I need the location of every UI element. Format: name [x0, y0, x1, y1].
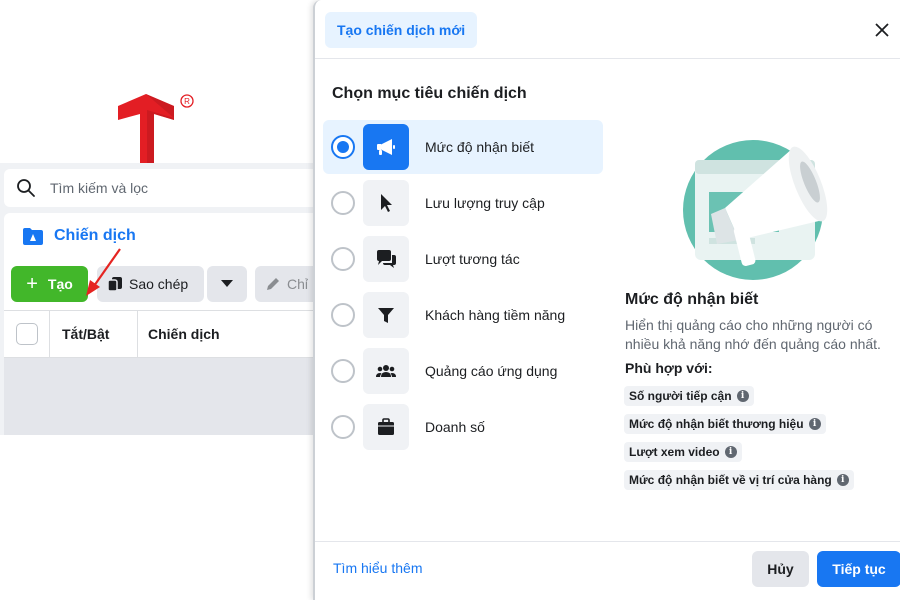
objective-section-title: Chọn mục tiêu chiến dịch [332, 85, 527, 102]
column-header-campaign[interactable]: Chiến dịch [138, 311, 320, 357]
chat-bubbles-icon [377, 250, 396, 268]
chip-label: Mức độ nhận biết thương hiệu [629, 417, 804, 431]
megaphone-icon [377, 139, 395, 155]
objective-icon-box [363, 236, 409, 282]
create-campaign-dialog: Tạo chiến dịch mới Chọn mục tiêu chiến d… [313, 0, 900, 600]
objective-icon-box [363, 180, 409, 226]
objective-radio[interactable] [331, 359, 355, 383]
objective-radio[interactable] [331, 303, 355, 327]
campaign-table-body [4, 358, 320, 435]
objective-label: Khách hàng tiềm năng [425, 307, 566, 323]
close-icon [875, 23, 889, 37]
objective-option-traffic[interactable]: Lưu lượng truy cập [323, 176, 603, 230]
annotation-arrow [86, 248, 121, 296]
chip-label: Số người tiếp cận [629, 389, 732, 403]
awareness-illustration [683, 140, 828, 280]
dialog-title: Tạo chiến dịch mới [325, 12, 478, 48]
campaign-table-header: Tắt/Bật Chiến dịch [4, 310, 320, 358]
select-all-checkbox[interactable] [15, 323, 38, 345]
objective-icon-box [363, 404, 409, 450]
duplicate-dropdown-button[interactable] [207, 266, 247, 302]
header-divider [315, 58, 900, 59]
objective-option-app-promotion[interactable]: Quảng cáo ứng dụng [323, 344, 603, 398]
campaign-folder-icon [23, 228, 43, 245]
good-for-label: Phù hợp với: [625, 360, 713, 376]
people-icon [376, 365, 396, 377]
select-all-cell [4, 311, 50, 357]
objective-option-leads[interactable]: Khách hàng tiềm năng [323, 288, 603, 342]
good-for-chip: Số người tiếp cận i [624, 386, 754, 406]
ads-manager-background: R Tìm kiếm và lọc Chiến dịch + Tạo Sao c… [0, 0, 320, 600]
good-for-chip: Mức độ nhận biết về vị trí cửa hàng i [624, 470, 854, 490]
svg-text:R: R [184, 97, 190, 106]
good-for-list: Số người tiếp cận i Mức độ nhận biết thươ… [624, 386, 894, 498]
objective-radio[interactable] [331, 191, 355, 215]
plus-icon: + [26, 273, 38, 295]
objective-detail-title: Mức độ nhận biết [625, 291, 759, 308]
duplicate-button-label: Sao chép [129, 276, 189, 292]
footer-divider [315, 541, 900, 542]
objective-label: Quảng cáo ứng dụng [425, 363, 558, 379]
info-icon[interactable]: i [736, 390, 749, 402]
objective-radio[interactable] [331, 247, 355, 271]
objective-icon-box [363, 124, 409, 170]
edit-button-label: Chỉ [287, 276, 309, 292]
pencil-icon [267, 278, 279, 290]
column-header-toggle[interactable]: Tắt/Bật [50, 311, 138, 357]
good-for-chip: Lượt xem video i [624, 442, 742, 462]
chip-label: Lượt xem video [629, 445, 720, 459]
objective-label: Doanh số [425, 419, 485, 435]
screen: R Tìm kiếm và lọc Chiến dịch + Tạo Sao c… [0, 0, 900, 600]
objective-icon-box [363, 292, 409, 338]
info-icon[interactable]: i [836, 474, 849, 486]
objective-list: Mức độ nhận biết Lưu lượng truy cập Lượt… [323, 120, 603, 456]
continue-button[interactable]: Tiếp tục [817, 551, 900, 587]
info-icon[interactable]: i [808, 418, 821, 430]
edit-button[interactable]: Chỉ [255, 266, 320, 302]
objective-label: Lưu lượng truy cập [425, 195, 545, 211]
tab-campaigns[interactable]: Chiến dịch [10, 212, 320, 260]
search-input[interactable]: Tìm kiếm và lọc [4, 169, 320, 207]
chip-label: Mức độ nhận biết về vị trí cửa hàng [629, 473, 832, 487]
cancel-button[interactable]: Hủy [752, 551, 809, 587]
objective-option-awareness[interactable]: Mức độ nhận biết [323, 120, 603, 174]
search-placeholder: Tìm kiếm và lọc [50, 180, 149, 196]
objective-option-sales[interactable]: Doanh số [323, 400, 603, 454]
good-for-chip: Mức độ nhận biết thương hiệu i [624, 414, 826, 434]
objective-label: Lượt tương tác [425, 251, 520, 267]
search-icon [17, 179, 35, 197]
objective-radio[interactable] [331, 415, 355, 439]
filter-icon [378, 308, 394, 323]
objective-label: Mức độ nhận biết [425, 139, 534, 155]
learn-more-link[interactable]: Tìm hiểu thêm [333, 560, 422, 576]
objective-radio[interactable] [331, 135, 355, 159]
create-button-label: Tạo [47, 276, 73, 292]
cursor-icon [381, 194, 392, 212]
caret-down-icon [221, 280, 233, 287]
objective-icon-box [363, 348, 409, 394]
briefcase-icon [378, 418, 394, 435]
close-button[interactable] [870, 18, 894, 42]
objective-option-engagement[interactable]: Lượt tương tác [323, 232, 603, 286]
tab-campaigns-label: Chiến dịch [54, 227, 136, 244]
objective-detail-description: Hiển thị quảng cáo cho những người có nh… [625, 317, 881, 352]
create-button[interactable]: + Tạo [11, 266, 88, 302]
brand-logo: R [118, 94, 194, 164]
info-icon[interactable]: i [724, 446, 737, 458]
